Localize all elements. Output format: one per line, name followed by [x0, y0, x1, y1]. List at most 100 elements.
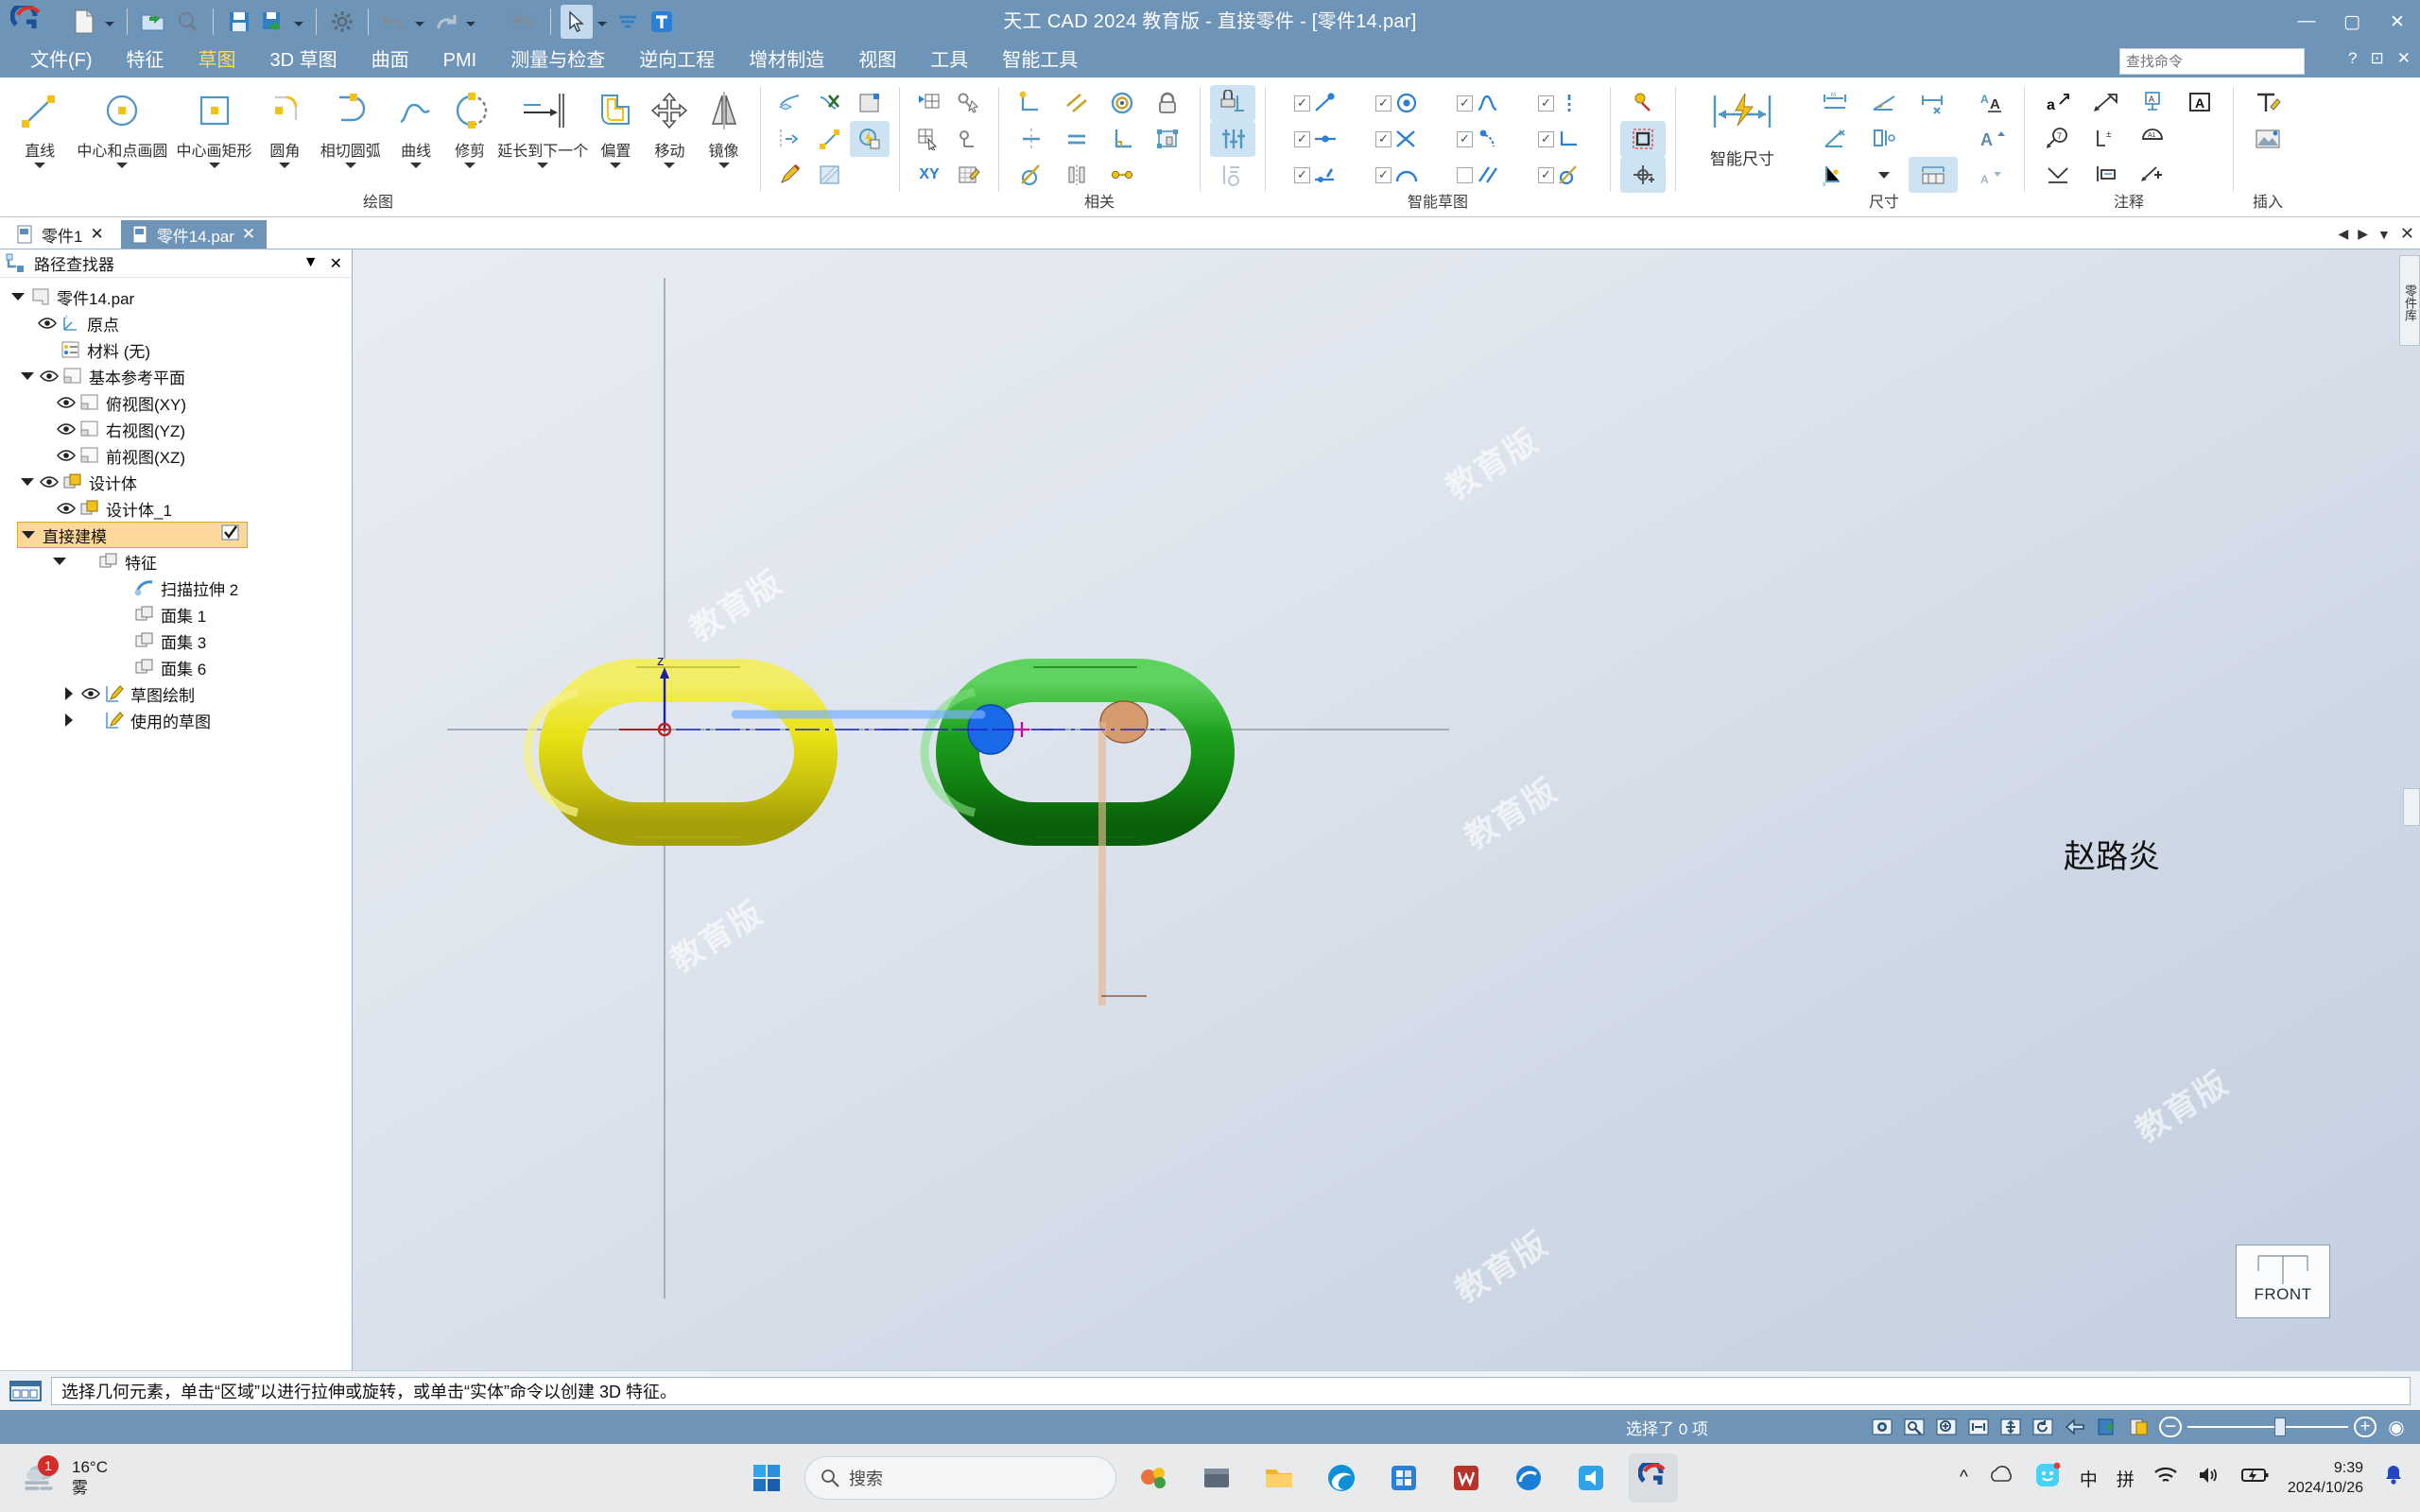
chat-icon[interactable] [2034, 1462, 2061, 1494]
tree-item-faceset-6[interactable]: 面集 6 [0, 654, 352, 680]
smartsketch-arc[interactable]: ✓ [1357, 157, 1438, 193]
print-preview-button[interactable] [171, 5, 203, 39]
ime-mode-label[interactable]: 中 [2080, 1466, 2098, 1491]
label-a-icon[interactable]: A [2176, 85, 2223, 121]
relate-flash-icon[interactable] [850, 121, 890, 157]
smartsketch-intersection[interactable]: ✓ [1357, 121, 1438, 157]
coordinate-dim-icon[interactable] [1909, 85, 1958, 121]
redo-button[interactable] [429, 5, 461, 39]
fit-window-icon[interactable] [1902, 1416, 1927, 1438]
tree-item-origin[interactable]: z 原点 [0, 310, 352, 336]
pathfinder-close-icon[interactable]: ✕ [330, 254, 342, 273]
tool-mirror-dropdown-icon[interactable] [717, 163, 730, 168]
tool-trim-dropdown-icon[interactable] [464, 163, 476, 168]
command-prompt-text[interactable]: 选择几何元素，单击“区域”以进行拉伸或旋转，或单击“实体”命令以创建 3D 特征… [51, 1376, 2411, 1405]
relation-assist-icon[interactable] [1210, 157, 1255, 193]
datum-frame-icon[interactable]: A [2129, 85, 2176, 121]
lock-icon[interactable] [1145, 85, 1190, 121]
checkbox[interactable]: ✓ [1294, 166, 1310, 183]
panel-collapse-tab[interactable] [2403, 788, 2420, 826]
tool-fillet-dropdown-icon[interactable] [279, 163, 291, 168]
checkbox[interactable]: ✓ [1457, 130, 1473, 147]
select-tool-button[interactable] [561, 5, 593, 39]
insert-image-icon[interactable] [2243, 121, 2292, 157]
tool-move-dropdown-icon[interactable] [664, 163, 676, 168]
smartsketch-vertical[interactable]: ✓ [1519, 85, 1600, 121]
battery-icon[interactable] [2240, 1466, 2269, 1490]
idea-icon[interactable] [1620, 85, 1666, 121]
checkbox[interactable]: ✓ [1538, 166, 1554, 183]
tree-item-used-sketch[interactable]: 使用的草图 [0, 707, 352, 733]
undo-button[interactable] [378, 5, 410, 39]
zoom-slider-track[interactable] [2187, 1418, 2348, 1436]
checkbox[interactable]: ✓ [1375, 166, 1392, 183]
grid-select-icon[interactable] [909, 121, 949, 157]
cloud-icon[interactable] [1987, 1465, 2015, 1491]
leader-text-icon[interactable]: a [2034, 85, 2082, 121]
region-icon[interactable] [850, 85, 890, 121]
tool-rectangle-dropdown-icon[interactable] [208, 163, 220, 168]
tree-item-front-plane[interactable]: 前视图(XZ) [0, 442, 352, 469]
speaker-icon[interactable] [2197, 1465, 2221, 1491]
zoom-fit-icon[interactable] [1966, 1416, 1991, 1438]
render-icon[interactable] [2095, 1416, 2119, 1438]
font-shrink-icon[interactable]: A [1969, 157, 2014, 193]
restore-ribbon-button[interactable]: ⊡ [2371, 49, 2384, 68]
undo-dropdown-icon[interactable] [412, 5, 427, 39]
close-tab-icon[interactable]: ✕ [242, 225, 255, 244]
ime-pinyin-label[interactable]: 拼 [2117, 1466, 2135, 1491]
tool-offset-dropdown-icon[interactable] [610, 163, 622, 168]
menu-item-additive[interactable]: 增材制造 [732, 43, 841, 77]
tool-circle-dropdown-icon[interactable] [116, 163, 129, 168]
save-as-dropdown-icon[interactable] [291, 5, 306, 39]
tree-item-faceset-3[interactable]: 面集 3 [0, 627, 352, 654]
visibility-eye-icon[interactable] [55, 502, 78, 515]
select-region-icon[interactable] [1620, 121, 1666, 157]
tool-smart-dimension[interactable]: 智能尺寸 [1685, 77, 1799, 169]
expand-toggle-icon[interactable] [17, 372, 38, 380]
xy-icon[interactable]: XY [909, 157, 949, 193]
new-document-button[interactable] [68, 5, 100, 39]
menu-item-smart-tools[interactable]: 智能工具 [985, 43, 1095, 77]
visibility-eye-icon[interactable] [55, 422, 78, 436]
repeat-command-button[interactable] [509, 5, 541, 39]
tool-rectangle-center[interactable]: 中心画矩形 [170, 77, 258, 168]
pencil-edit-icon[interactable] [770, 157, 810, 193]
zoom-in-button[interactable]: + [2354, 1417, 2377, 1437]
symmetric-diameter-icon[interactable] [1810, 121, 1859, 157]
delete-relation-icon[interactable] [810, 85, 850, 121]
auto-dim-icon[interactable] [1210, 85, 1255, 121]
visibility-eye-icon[interactable] [38, 475, 60, 489]
dimension-axis-icon[interactable] [1859, 121, 1909, 157]
tree-item-direct-modeling[interactable]: 直接建模 [17, 522, 248, 548]
smartsketch-endpoint[interactable]: ✓ [1275, 85, 1357, 121]
tree-item-base-planes[interactable]: 基本参考平面 [0, 363, 352, 389]
menu-item-3dsketch[interactable]: 3D 草图 [253, 43, 354, 77]
tool-curve-dropdown-icon[interactable] [410, 163, 423, 168]
look-at-icon[interactable] [2063, 1416, 2087, 1438]
direct-modeling-check-icon[interactable] [220, 524, 247, 547]
expand-toggle-icon[interactable] [59, 687, 79, 700]
zoom-reset-icon[interactable]: ◉ [2384, 1416, 2409, 1438]
checkbox[interactable]: ✓ [1375, 130, 1392, 147]
tree-item-design-body-1[interactable]: 设计体_1 [0, 495, 352, 522]
tool-extend-dropdown-icon[interactable] [537, 163, 549, 168]
parts-library-tab[interactable]: 零件库 [2399, 255, 2420, 346]
project-curve-icon[interactable] [770, 85, 810, 121]
parallel-icon[interactable] [1054, 85, 1099, 121]
rigid-set-icon[interactable] [1145, 121, 1190, 157]
smartsketch-tangentpoint[interactable]: ✓ [1438, 121, 1519, 157]
tree-item-sweep-extrude-2[interactable]: 扫描拉伸 2 [0, 575, 352, 601]
font-style-icon[interactable]: AA [1969, 85, 2014, 121]
tool-fillet[interactable]: 圆角 [258, 77, 312, 168]
convert-icon[interactable] [810, 121, 850, 157]
options-button[interactable] [326, 5, 358, 39]
grid-point-icon[interactable] [909, 85, 949, 121]
smartsketch-pointon[interactable]: ✓ [1275, 121, 1357, 157]
tool-mirror[interactable]: 镜像 [697, 77, 751, 168]
insert-text-icon[interactable] [2243, 85, 2292, 121]
text-tool-button[interactable] [646, 5, 678, 39]
tool-extend-to-next[interactable]: 延长到下一个 [497, 77, 589, 168]
zoom-out-button[interactable]: − [2159, 1417, 2182, 1437]
start-button[interactable] [742, 1453, 791, 1503]
